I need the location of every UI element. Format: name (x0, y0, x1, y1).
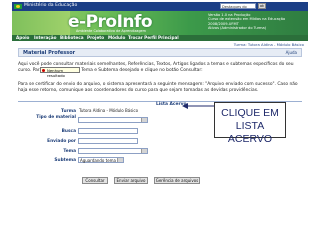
chevron-down-icon (141, 149, 147, 153)
main-menu: Apoio Interação Biblioteca Projeto Módul… (12, 35, 308, 41)
brazil-flag-icon (14, 4, 22, 9)
subtema-label: Subtema (54, 158, 76, 163)
banner: e-ProInfo Ambiente Colaborativo de Apren… (12, 11, 308, 35)
chevron-down-icon (117, 158, 123, 162)
menu-item-projeto[interactable]: Projeto (87, 35, 104, 41)
tipo-material-label: Tipo de material (36, 115, 76, 120)
top-bar: Ministério da Educação Destaques do Gove… (12, 2, 308, 15)
tooltip-text: Nenhum resultado (47, 68, 65, 78)
tipo-material-select[interactable] (78, 117, 148, 123)
menu-item-trocar-perfil[interactable]: Trocar Perfil (128, 35, 157, 41)
government-select[interactable]: Destaques do Governo (220, 3, 256, 15)
consultar-button[interactable]: Consultar (82, 177, 108, 184)
section-title: Material Professor (23, 50, 76, 56)
help-link[interactable]: Ajuda (286, 49, 297, 57)
menu-item-apoio[interactable]: Apoio (16, 35, 29, 41)
enviado-por-input[interactable] (78, 138, 138, 144)
ministry-label: Ministério da Educação (24, 3, 78, 8)
subtema-select[interactable]: Aguardando tema (78, 157, 124, 163)
menu-item-biblioteca[interactable]: Biblioteca (60, 35, 84, 41)
class-info: Turma: Tutora Aldina - Módulo Básico (233, 42, 304, 47)
busca-label: Busca (61, 129, 76, 134)
enviar-arquivo-button[interactable]: Enviar arquivo (114, 177, 148, 184)
upload-paragraph: Para se certificar do envio do arquivo, … (18, 82, 298, 93)
course-line: Curso de extensão em Mídias na Educação … (208, 17, 286, 26)
menu-item-modulo[interactable]: Módulo (108, 35, 125, 41)
tema-select[interactable] (78, 148, 148, 154)
government-ok-button[interactable]: ok (258, 3, 266, 9)
tooltip: Nenhum resultado (40, 67, 80, 78)
busca-input[interactable] (78, 128, 138, 134)
instruction-callout: CLIQUE EM LISTA ACERVO (214, 102, 286, 145)
screenshot-frame: Ministério da Educação Destaques do Gove… (12, 2, 308, 190)
chevron-down-icon (141, 118, 147, 122)
menu-item-interacao[interactable]: Interação (34, 35, 56, 41)
menu-item-principal[interactable]: Principal (158, 35, 179, 41)
enviado-por-label: Enviado por (47, 139, 76, 144)
subtema-value: Aguardando tema (80, 158, 116, 163)
course-info: Versão 1.0 na Produção Curso de extensão… (208, 13, 304, 31)
callout-line-1: CLIQUE EM (221, 107, 279, 119)
pointer-arrow-head (182, 103, 188, 109)
callout-line-2: LISTA ACERVO (227, 120, 273, 145)
logo-subtitle: Ambiente Colaborativo de Aprendizagem (76, 29, 146, 33)
tooltip-icon (42, 69, 45, 72)
role-line: Ativos (Administrador do Turma) (208, 26, 267, 31)
turma-value: Tutora Aldina - Módulo Básico (79, 108, 139, 113)
banner-decoration (12, 11, 70, 35)
gerencia-arquivos-button[interactable]: Gerência de arquivos (154, 177, 200, 184)
tema-label: Tema (63, 149, 76, 154)
section-header: Material Professor Ajuda (18, 48, 302, 57)
turma-label: Turma (60, 109, 76, 114)
